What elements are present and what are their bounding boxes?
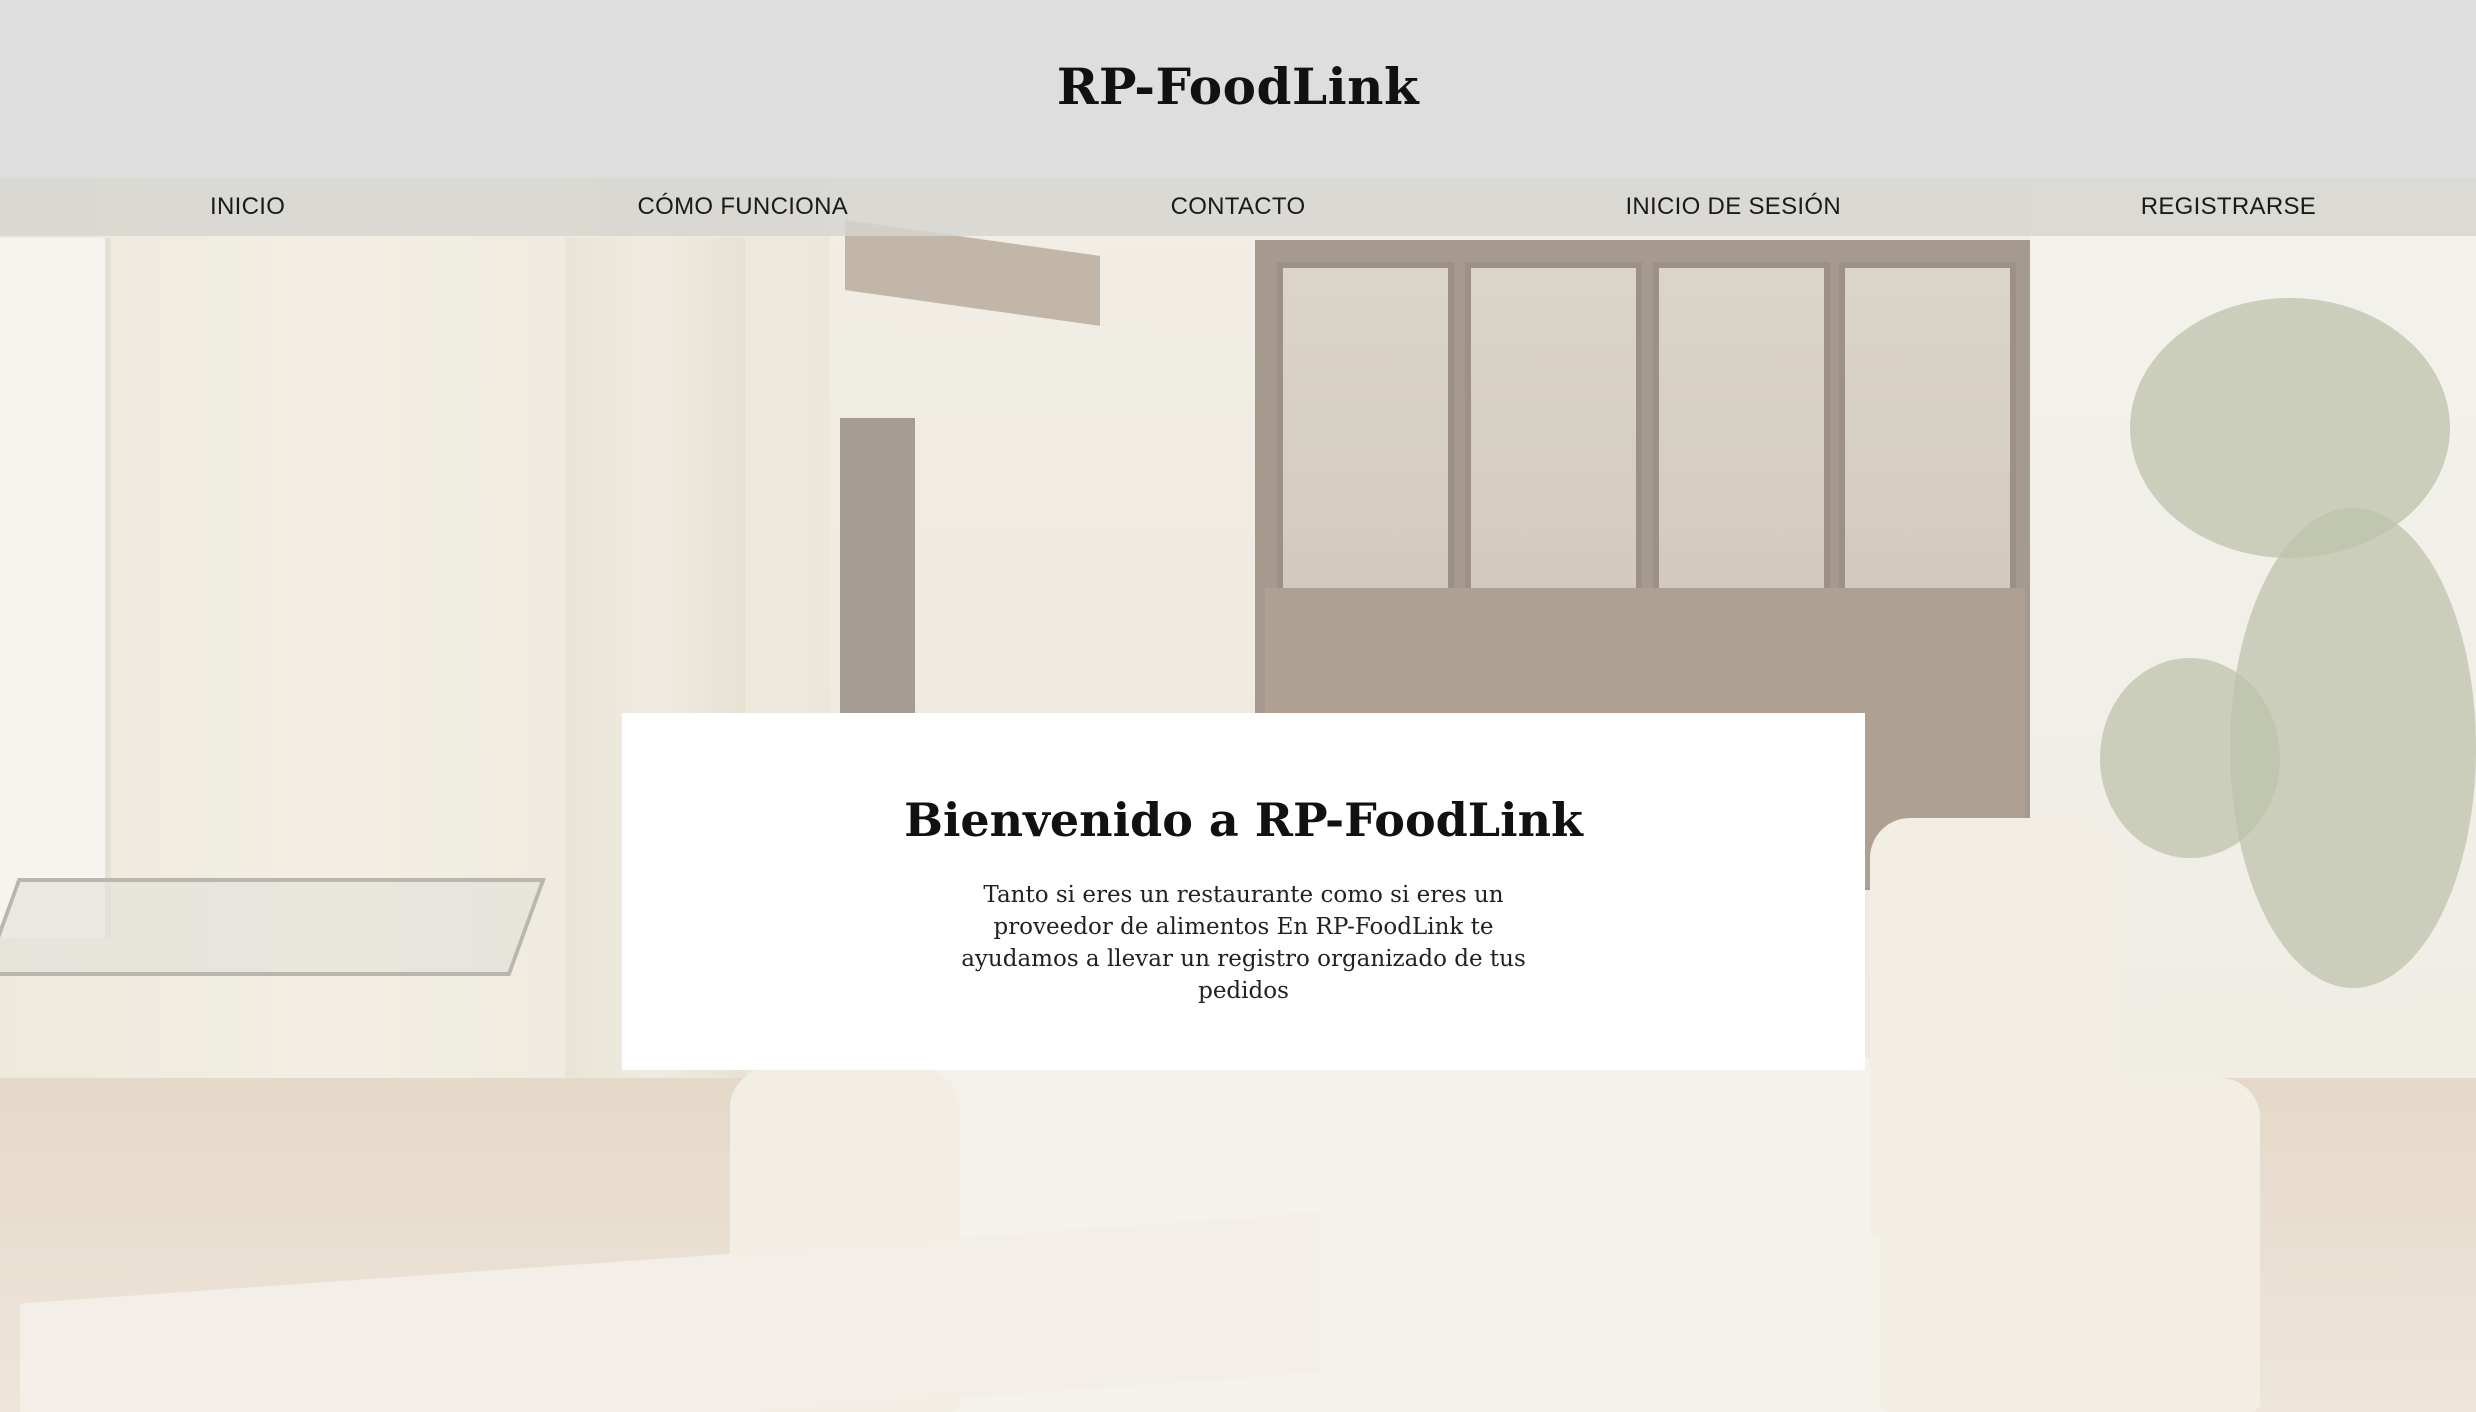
welcome-title: Bienvenido a RP-FoodLink [904, 793, 1583, 847]
welcome-description: Tanto si eres un restaurante como si ere… [961, 882, 1526, 1004]
nav-inicio-de-sesion[interactable]: INICIO DE SESIÓN [1486, 193, 1981, 221]
nav-como-funciona[interactable]: CÓMO FUNCIONA [495, 193, 990, 221]
welcome-card: Bienvenido a RP-FoodLink Tanto si eres u… [622, 713, 1865, 1070]
site-title: RP-FoodLink [1056, 56, 1420, 116]
main-nav: INICIO CÓMO FUNCIONA CONTACTO INICIO DE … [0, 178, 2476, 236]
nav-registrarse[interactable]: REGISTRARSE [1981, 193, 2476, 221]
nav-inicio[interactable]: INICIO [0, 193, 495, 221]
nav-contacto[interactable]: CONTACTO [990, 193, 1485, 221]
site-header: RP-FoodLink [0, 0, 2476, 178]
